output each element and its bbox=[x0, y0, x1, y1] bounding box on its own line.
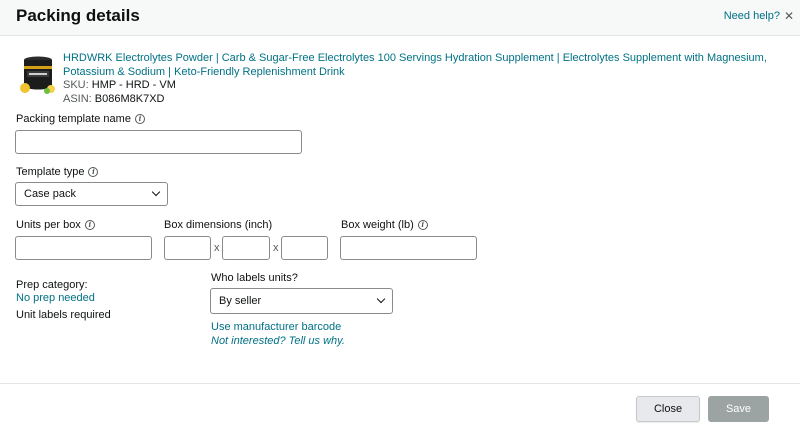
footer-divider bbox=[0, 383, 800, 384]
info-icon[interactable]: i bbox=[88, 167, 99, 177]
box-weight-label-text: Box weight (lb) bbox=[341, 219, 414, 231]
prep-category-label: Prep category: bbox=[16, 279, 88, 291]
box-dimensions-label: Box dimensions (inch) bbox=[164, 219, 272, 231]
product-title-link[interactable]: HRDWRK Electrolytes Powder | Carb & Suga… bbox=[63, 52, 767, 78]
asin-label: ASIN: bbox=[63, 92, 92, 105]
dimension-separator: x bbox=[214, 242, 220, 254]
save-button[interactable]: Save bbox=[708, 396, 769, 422]
box-height-input[interactable] bbox=[281, 236, 328, 260]
prep-category-link[interactable]: No prep needed bbox=[16, 292, 95, 304]
packing-template-name-input[interactable] bbox=[15, 130, 302, 154]
info-icon[interactable]: i bbox=[134, 114, 145, 124]
info-icon[interactable]: i bbox=[84, 220, 95, 230]
who-labels-units-select[interactable]: By seller bbox=[210, 288, 393, 314]
dimension-separator: x bbox=[273, 242, 279, 254]
unit-labels-required-text: Unit labels required bbox=[16, 309, 111, 321]
packing-template-name-label: Packing template name i bbox=[16, 113, 145, 125]
packing-template-name-label-text: Packing template name bbox=[16, 113, 131, 125]
not-interested-feedback-link[interactable]: Not interested? Tell us why. bbox=[211, 335, 345, 347]
sku-label: SKU: bbox=[63, 79, 89, 91]
who-labels-units-label: Who labels units? bbox=[211, 272, 298, 284]
close-button[interactable]: Close bbox=[636, 396, 700, 422]
who-labels-units-label-text: Who labels units? bbox=[211, 272, 298, 284]
units-per-box-label-text: Units per box bbox=[16, 219, 81, 231]
product-info: HRDWRK Electrolytes Powder | Carb & Suga… bbox=[63, 52, 793, 106]
product-image bbox=[16, 52, 60, 96]
sku-value: HMP - HRD - VM bbox=[91, 79, 176, 91]
page-title: Packing details bbox=[16, 6, 140, 25]
chevron-down-icon bbox=[376, 294, 386, 304]
chevron-down-icon bbox=[151, 187, 161, 197]
close-icon[interactable]: ✕ bbox=[784, 9, 794, 23]
template-type-select[interactable]: Case pack bbox=[15, 182, 168, 206]
template-type-label-text: Template type bbox=[16, 166, 85, 178]
info-icon[interactable]: i bbox=[417, 220, 428, 230]
sku-row: SKU: HMP - HRD - VM bbox=[63, 79, 793, 93]
modal-header: Packing details Need help? ✕ bbox=[0, 0, 800, 36]
who-labels-units-value: By seller bbox=[219, 295, 262, 307]
use-manufacturer-barcode-link[interactable]: Use manufacturer barcode bbox=[211, 321, 341, 333]
box-dimensions-label-text: Box dimensions (inch) bbox=[164, 219, 273, 231]
need-help-link[interactable]: Need help? bbox=[724, 10, 780, 22]
asin-row: ASIN: B086M8K7XD bbox=[63, 93, 793, 107]
box-length-input[interactable] bbox=[164, 236, 211, 260]
box-weight-label: Box weight (lb) i bbox=[341, 219, 428, 231]
template-type-value: Case pack bbox=[24, 188, 76, 200]
units-per-box-label: Units per box i bbox=[16, 219, 95, 231]
template-type-label: Template type i bbox=[16, 166, 99, 178]
asin-value: B086M8K7XD bbox=[94, 92, 165, 105]
units-per-box-input[interactable] bbox=[15, 236, 152, 260]
box-weight-input[interactable] bbox=[340, 236, 477, 260]
box-width-input[interactable] bbox=[222, 236, 270, 260]
